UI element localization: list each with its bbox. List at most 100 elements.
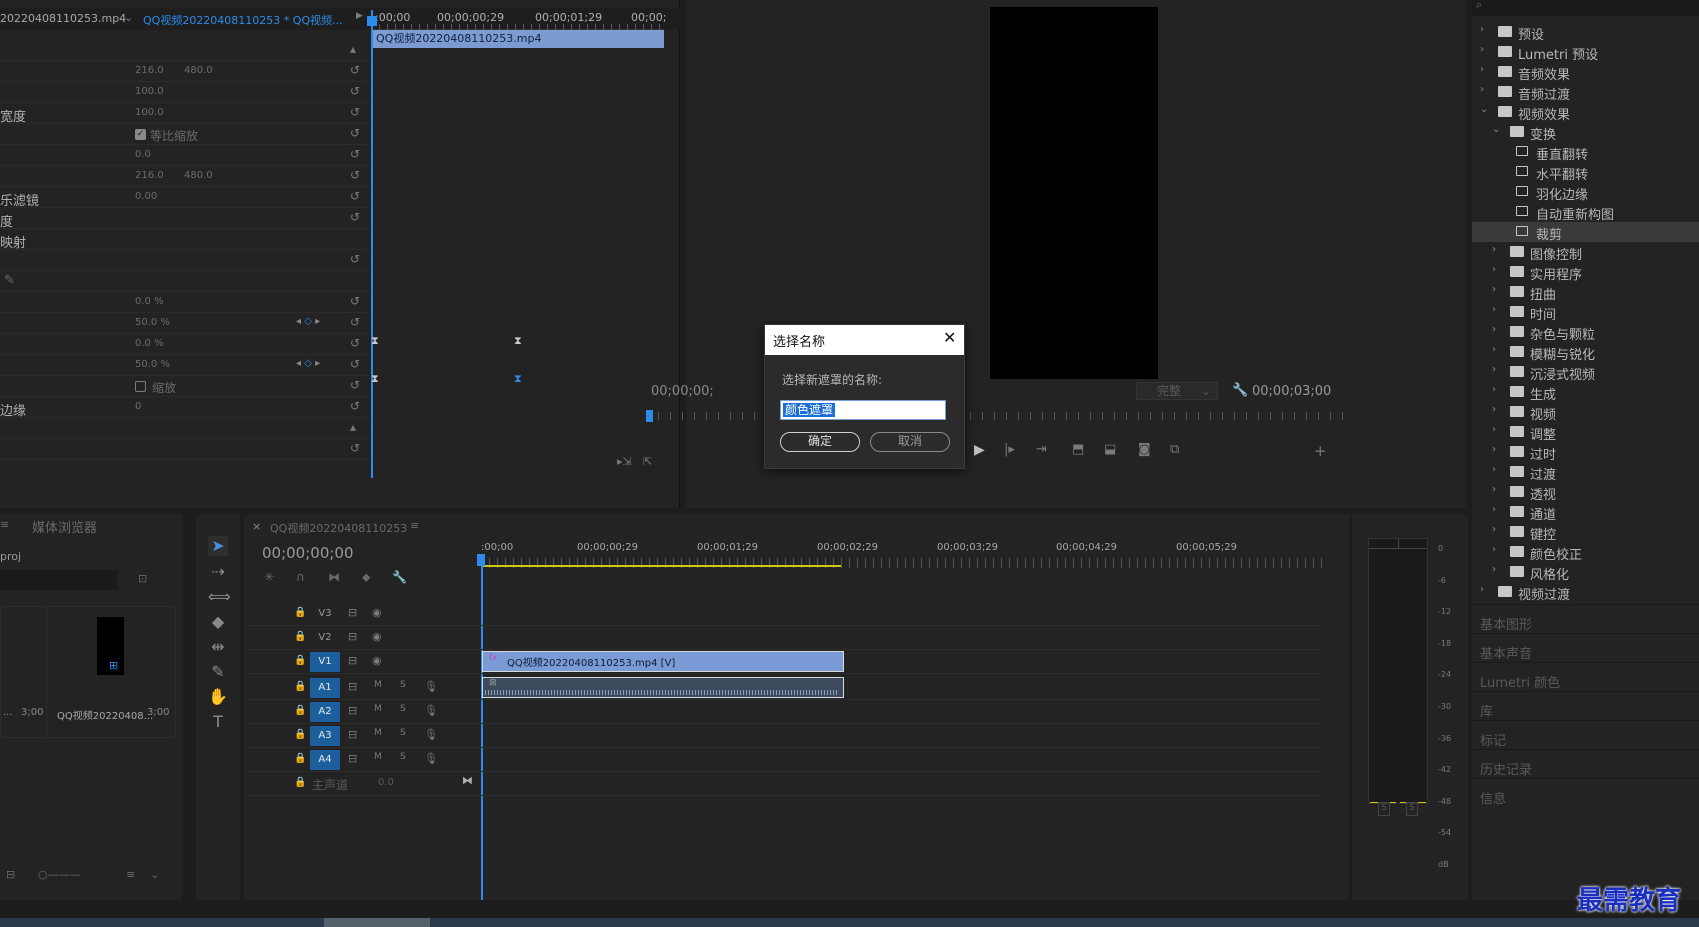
microphone-icon[interactable]: 🎙	[424, 752, 438, 765]
chevron-right-icon[interactable]: ›	[1492, 504, 1496, 515]
sync-lock-icon[interactable]: ⊟	[348, 606, 357, 619]
play-only-audio-icon[interactable]: ▶	[356, 11, 363, 21]
sync-lock-icon[interactable]: ⊟	[348, 630, 357, 643]
monitor-playhead[interactable]	[646, 410, 653, 422]
reset-icon[interactable]: ↺	[350, 357, 360, 371]
effects-tree-item[interactable]: 羽化边缘	[1472, 182, 1699, 203]
project-item[interactable]: ⊞ QQ视频20220408... 3;00	[47, 607, 175, 739]
type-tool-icon[interactable]: T	[208, 712, 228, 732]
effects-tree-item[interactable]: › 透视	[1472, 482, 1699, 503]
track-master[interactable]: 🔒 主声道 0.0 ⧓	[244, 772, 1324, 796]
lock-icon[interactable]: 🔒	[294, 631, 306, 642]
reset-icon[interactable]: ↺	[350, 399, 360, 413]
effect-controls-mini-timeline[interactable]: :00;00 00;00;00;29 00;00;01;29 00;00; QQ…	[367, 8, 666, 478]
chevron-down-icon[interactable]: ⌄	[150, 868, 159, 881]
solo-button[interactable]: S	[400, 704, 406, 714]
ok-button[interactable]: 确定	[780, 432, 860, 452]
reset-icon[interactable]: ↺	[350, 252, 360, 266]
reset-icon[interactable]: ↺	[350, 315, 360, 329]
cancel-button[interactable]: 取消	[870, 432, 950, 452]
effects-tree-item[interactable]: › 调整	[1472, 422, 1699, 443]
source-clip-tab[interactable]: 20220408110253.mp4	[0, 12, 126, 25]
chevron-right-icon[interactable]: ›	[1492, 444, 1496, 455]
mask-name-input[interactable]: 颜色遮罩	[780, 400, 946, 420]
chevron-down-icon[interactable]: ⌄	[124, 11, 133, 24]
sync-lock-icon[interactable]: ⊟	[348, 654, 357, 667]
scale-checkbox[interactable]	[135, 381, 146, 392]
lift-icon[interactable]: ⬒	[1072, 442, 1084, 457]
chevron-right-icon[interactable]: ›	[1480, 24, 1484, 35]
lock-icon[interactable]: 🔒	[294, 655, 306, 666]
lock-icon[interactable]: 🔒	[294, 777, 306, 788]
nest-icon[interactable]: ✳	[264, 570, 274, 584]
chevron-right-icon[interactable]: ›	[1480, 44, 1484, 55]
playhead-handle[interactable]	[477, 554, 485, 566]
freeform-view-icon[interactable]: ⊟	[6, 868, 15, 881]
solo-button[interactable]: S	[400, 728, 406, 738]
track-v1[interactable]: 🔒 V1 ⊟ ◉ fx QQ视频20220408110253.mp4 [V]	[244, 650, 1324, 674]
playhead-timecode[interactable]: 00;00;00;	[651, 384, 714, 399]
effects-tree-item[interactable]: › 预设	[1472, 22, 1699, 43]
effects-tree-item[interactable]: ⌄ 视频效果	[1472, 102, 1699, 123]
scroll-up-icon[interactable]: ▴	[350, 420, 356, 434]
hand-tool-icon[interactable]: ✋	[208, 687, 228, 707]
chevron-right-icon[interactable]: ›	[1492, 364, 1496, 375]
track-a1[interactable]: 🔒 A1 ⊟ M S 🎙 ⊠	[244, 676, 1324, 700]
collapsed-panel-tab[interactable]: 基本声音	[1480, 643, 1532, 662]
track-v3[interactable]: 🔒 V3 ⊟ ◉	[244, 602, 1324, 626]
sort-icon[interactable]: ≡	[126, 868, 135, 881]
lock-icon[interactable]: 🔒	[294, 753, 306, 764]
collapsed-panel-tab[interactable]: 库	[1480, 701, 1493, 720]
extract-icon[interactable]: ⬓	[1104, 442, 1116, 457]
track-select-tool-icon[interactable]: ⇢	[208, 562, 228, 582]
mute-button[interactable]: M	[374, 752, 382, 762]
snap-magnet-icon[interactable]: ∩	[296, 570, 305, 584]
effects-tree-item[interactable]: › 杂色与颗粒	[1472, 322, 1699, 343]
effects-tree-item[interactable]: ⌄ 变换	[1472, 122, 1699, 143]
work-area-bar[interactable]	[481, 565, 841, 567]
effects-tree-item[interactable]: › 视频过渡	[1472, 582, 1699, 603]
keyframe-nav-icon[interactable]: ◂ ◇ ▸	[296, 316, 320, 327]
chevron-right-icon[interactable]: ›	[1492, 304, 1496, 315]
new-bin-icon[interactable]: ⊡	[138, 572, 147, 585]
keyframe-selected-icon[interactable]: ⧗	[514, 372, 522, 386]
microphone-icon[interactable]: 🎙	[424, 704, 438, 717]
horizontal-scrollbar[interactable]	[324, 918, 430, 927]
collapsed-panel-tab[interactable]: 标记	[1480, 730, 1506, 749]
settings-wrench-icon[interactable]: 🔧	[1232, 383, 1248, 398]
chevron-right-icon[interactable]: ›	[1492, 344, 1496, 355]
eye-icon[interactable]: ◉	[372, 654, 382, 667]
button-editor-plus-icon[interactable]: +	[1314, 442, 1327, 460]
effects-tree-item[interactable]: 垂直翻转	[1472, 142, 1699, 163]
sync-lock-icon[interactable]: ⊟	[348, 728, 357, 741]
keyframe-icon[interactable]: ⧗	[371, 372, 379, 386]
effects-tree-item[interactable]: › 过渡	[1472, 462, 1699, 483]
mute-button[interactable]: M	[374, 704, 382, 714]
effects-tree-item[interactable]: › 过时	[1472, 442, 1699, 463]
chevron-right-icon[interactable]: ›	[1480, 584, 1484, 595]
add-marker-icon[interactable]: ⬥	[362, 570, 370, 585]
track-v2[interactable]: 🔒 V2 ⊟ ◉	[244, 626, 1324, 650]
project-item[interactable]: ... 3;00	[1, 607, 47, 739]
reset-icon[interactable]: ↺	[350, 126, 360, 140]
effects-tree-item[interactable]: › 扭曲	[1472, 282, 1699, 303]
chevron-right-icon[interactable]: ›	[1480, 64, 1484, 75]
effects-tree-item[interactable]: › 实用程序	[1472, 262, 1699, 283]
effects-tree-item[interactable]: 水平翻转	[1472, 162, 1699, 183]
effects-tree-item[interactable]: › 沉浸式视频	[1472, 362, 1699, 383]
pen-icon[interactable]: ✎	[4, 273, 15, 288]
solo-left-button[interactable]: S	[1378, 802, 1390, 816]
effects-tree-item[interactable]: 裁剪	[1472, 222, 1699, 243]
panel-menu-icon[interactable]: ≡	[410, 519, 419, 532]
video-clip[interactable]: fx QQ视频20220408110253.mp4 [V]	[482, 651, 844, 672]
chevron-right-icon[interactable]: ›	[1492, 424, 1496, 435]
step-forward-icon[interactable]: |▸	[1004, 442, 1015, 457]
sequence-timecode[interactable]: 00;00;00;00	[262, 544, 354, 562]
reset-icon[interactable]: ↺	[350, 441, 360, 455]
effects-tree-item[interactable]: › 音频过渡	[1472, 82, 1699, 103]
reset-icon[interactable]: ↺	[350, 294, 360, 308]
effects-tree-item[interactable]: › 视频	[1472, 402, 1699, 423]
collapsed-panel-tab[interactable]: 历史记录	[1480, 759, 1532, 778]
selection-tool-icon[interactable]: ➤	[208, 536, 228, 556]
solo-right-button[interactable]: S	[1406, 802, 1418, 816]
